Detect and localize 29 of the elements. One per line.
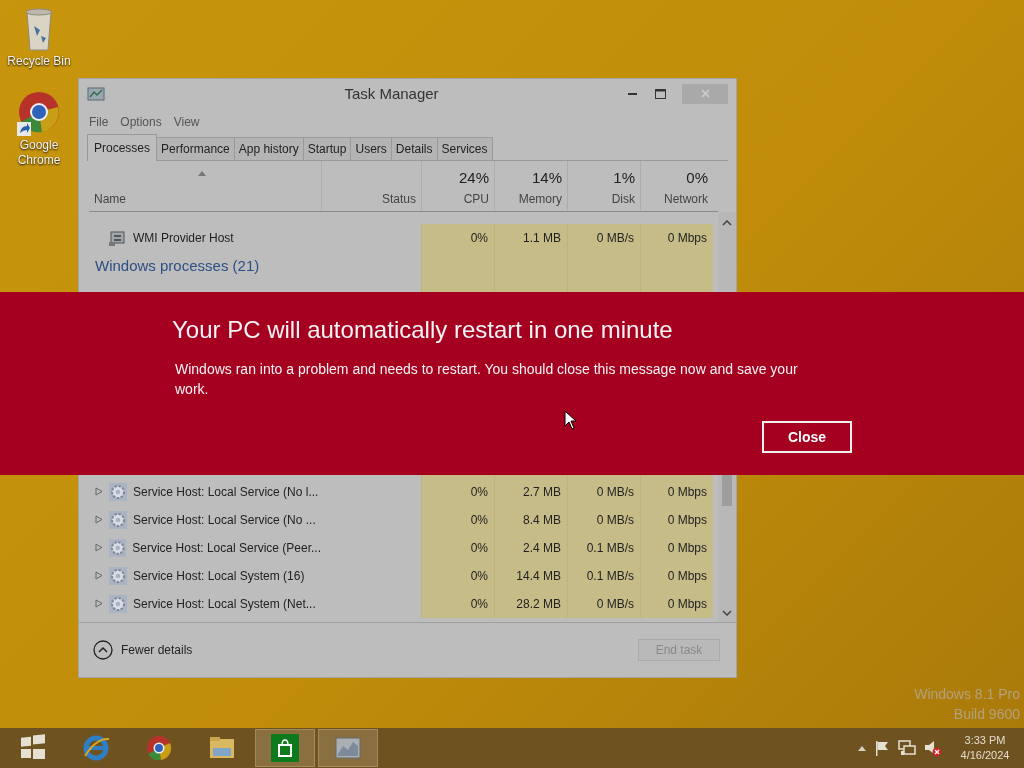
- table-cell: 0%: [421, 589, 494, 618]
- table-cell: 14.4 MB: [494, 561, 567, 590]
- table-cell: 0 Mbps: [640, 477, 713, 506]
- table-cell: 0 MB/s: [567, 505, 640, 534]
- table-cell: 0 Mbps: [640, 589, 713, 618]
- table-cell: 0.1 MB/s: [567, 561, 640, 590]
- table-cell: 0 MB/s: [567, 223, 640, 252]
- table-cell: 0 MB/s: [567, 477, 640, 506]
- table-cell: 0 MB/s: [567, 589, 640, 618]
- window-title: Task Manager: [343, 83, 440, 104]
- table-cell: 28.2 MB: [494, 589, 567, 618]
- table-cell: 0.1 MB/s: [567, 533, 640, 562]
- table-cell: 0%: [421, 477, 494, 506]
- banner-title: Your PC will automatically restart in one minute: [172, 316, 674, 345]
- table-cell: 0 Mbps: [640, 561, 713, 590]
- table-cell: 0%: [421, 223, 494, 252]
- table-cell: 0%: [421, 533, 494, 562]
- table-cell: 2.4 MB: [494, 533, 567, 562]
- edition-text: Build 9600: [953, 705, 1020, 725]
- banner-message: Windows ran into a problem and needs to restart. You should close this message now and save your work.: [175, 359, 799, 400]
- table-cell: 0%: [421, 561, 494, 590]
- edition-text: Windows 8.1 Pro: [914, 685, 1020, 704]
- table-cell: 0 Mbps: [640, 533, 713, 562]
- table-cell: 2.7 MB: [494, 477, 567, 506]
- table-cell: 0 Mbps: [640, 223, 713, 252]
- table-cell: 0%: [421, 505, 494, 534]
- table-cell: 1.1 MB: [494, 223, 567, 252]
- table-cell: 0 Mbps: [640, 505, 713, 534]
- table-cell: 8.4 MB: [494, 505, 567, 534]
